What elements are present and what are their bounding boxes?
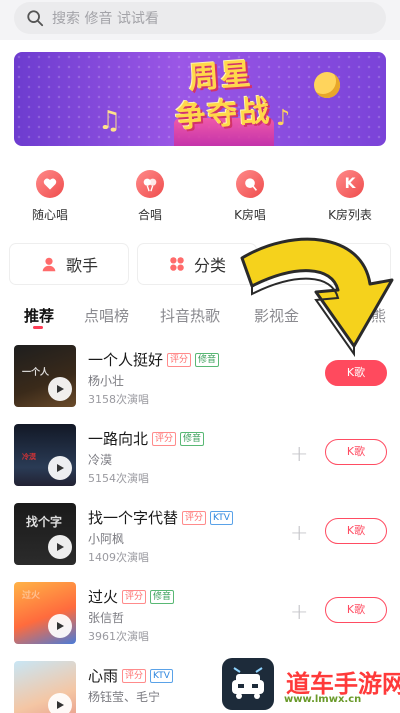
score-badge: 评分 <box>167 352 192 367</box>
autotune-badge: 修音 <box>195 352 220 367</box>
cover-art-text: 一个人 <box>22 368 50 378</box>
heart-icon <box>36 170 64 198</box>
cover-art-text: 过火 <box>22 591 41 601</box>
watermark: 道车手游网 www.lmwx.cn <box>222 654 400 713</box>
score-badge: 评分 <box>152 431 177 446</box>
promo-banner[interactable]: ♫ ♪ 周星 争夺战 <box>14 52 386 146</box>
play-icon[interactable] <box>48 693 72 713</box>
autotune-badge: 修音 <box>180 431 205 446</box>
search-placeholder: 搜索 修音 试试看 <box>52 11 159 27</box>
song-play-count: 5154次演唱 <box>88 472 149 485</box>
song-title: 心雨 <box>88 667 119 685</box>
play-icon[interactable] <box>48 535 72 559</box>
score-badge: 评分 <box>122 589 147 604</box>
song-artist: 杨小壮 <box>88 374 125 388</box>
category-singer-button[interactable]: 歌手 <box>10 244 128 284</box>
cover-art-text: 找个字 <box>26 515 63 529</box>
play-icon[interactable] <box>48 614 72 638</box>
cover-art-text: 冷漠 <box>22 453 36 461</box>
tab-recommend[interactable]: 推荐 <box>24 305 54 326</box>
ktv-badge: KTV <box>150 668 173 683</box>
tab-douyin-hits[interactable]: 抖音热歌 <box>160 305 220 326</box>
quick-action-label: 合唱 <box>137 208 162 222</box>
song-title-line: 找一个字代替 评分 KTV <box>88 507 233 528</box>
quick-action-label: 随心唱 <box>31 208 68 222</box>
song-cover[interactable]: 一个人 <box>14 345 76 407</box>
quick-action-random-sing[interactable]: 随心唱 <box>10 170 90 223</box>
singer-icon <box>42 257 56 272</box>
song-cover[interactable]: 冷漠 <box>14 424 76 486</box>
quick-action-k-room-list[interactable]: K K房列表 <box>310 170 390 223</box>
song-title: 一个人挺好 <box>88 351 164 369</box>
song-cover[interactable] <box>14 661 76 713</box>
top-bar: 搜索 修音 试试看 <box>0 0 400 40</box>
song-cover[interactable]: 找个字 <box>14 503 76 565</box>
score-badge: 评分 <box>182 510 207 525</box>
karaoke-button[interactable]: K歌 <box>325 518 387 544</box>
duet-balloon-icon <box>136 170 164 198</box>
quick-action-label: K房唱 <box>234 208 266 222</box>
song-row[interactable]: 找个字 找一个字代替 评分 KTV 小阿枫 1409次演唱 + K歌 <box>0 503 400 567</box>
karaoke-button[interactable]: K歌 <box>325 597 387 623</box>
song-title-line: 一个人挺好 评分 修音 <box>88 349 220 370</box>
song-title-line: 心雨 评分 KTV <box>88 665 173 686</box>
karaoke-button[interactable]: K歌 <box>325 360 387 386</box>
play-icon[interactable] <box>48 456 72 480</box>
tutorial-arrow-icon <box>240 237 394 358</box>
song-artist: 杨钰莹、毛宁 <box>88 690 161 704</box>
song-row[interactable]: 过火 过火 评分 修音 张信哲 3961次演唱 + K歌 <box>0 582 400 646</box>
k-room-icon <box>236 170 264 198</box>
autotune-badge: 修音 <box>150 589 175 604</box>
karaoke-button[interactable]: K歌 <box>325 439 387 465</box>
song-play-count: 3158次演唱 <box>88 393 149 406</box>
song-artist: 小阿枫 <box>88 532 125 546</box>
music-note-icon: ♫ <box>98 106 122 136</box>
category-icon <box>170 257 184 271</box>
song-title-line: 过火 评分 修音 <box>88 586 175 607</box>
add-icon[interactable]: + <box>290 521 308 546</box>
watermark-logo <box>222 658 274 710</box>
microphone-icon <box>314 72 340 98</box>
song-play-count: 1409次演唱 <box>88 551 149 564</box>
search-input[interactable]: 搜索 修音 试试看 <box>14 2 386 34</box>
quick-action-label: K房列表 <box>328 208 372 222</box>
k-list-icon: K <box>336 170 364 198</box>
song-artist: 冷漠 <box>88 453 113 467</box>
score-badge: 评分 <box>122 668 147 683</box>
song-title: 一路向北 <box>88 430 149 448</box>
song-row[interactable]: 冷漠 一路向北 评分 修音 冷漠 5154次演唱 + K歌 <box>0 424 400 488</box>
song-title: 过火 <box>88 588 119 606</box>
song-title: 找一个字代替 <box>88 509 179 527</box>
add-icon[interactable]: + <box>290 442 308 467</box>
add-icon[interactable]: + <box>290 600 308 625</box>
song-artist: 张信哲 <box>88 611 125 625</box>
category-label: 歌手 <box>66 256 99 275</box>
quick-action-duet[interactable]: 合唱 <box>110 170 190 223</box>
watermark-url: www.lmwx.cn <box>284 694 362 705</box>
song-play-count: 3961次演唱 <box>88 630 149 643</box>
banner-title: 周星 争夺战 <box>150 53 295 139</box>
tab-chart[interactable]: 点唱榜 <box>84 305 129 326</box>
song-title-line: 一路向北 评分 修音 <box>88 428 205 449</box>
tab-active-indicator <box>33 326 43 329</box>
search-icon <box>27 10 44 27</box>
play-icon[interactable] <box>48 377 72 401</box>
ktv-badge: KTV <box>210 510 233 525</box>
quick-action-k-room[interactable]: K房唱 <box>210 170 290 223</box>
song-cover[interactable]: 过火 <box>14 582 76 644</box>
